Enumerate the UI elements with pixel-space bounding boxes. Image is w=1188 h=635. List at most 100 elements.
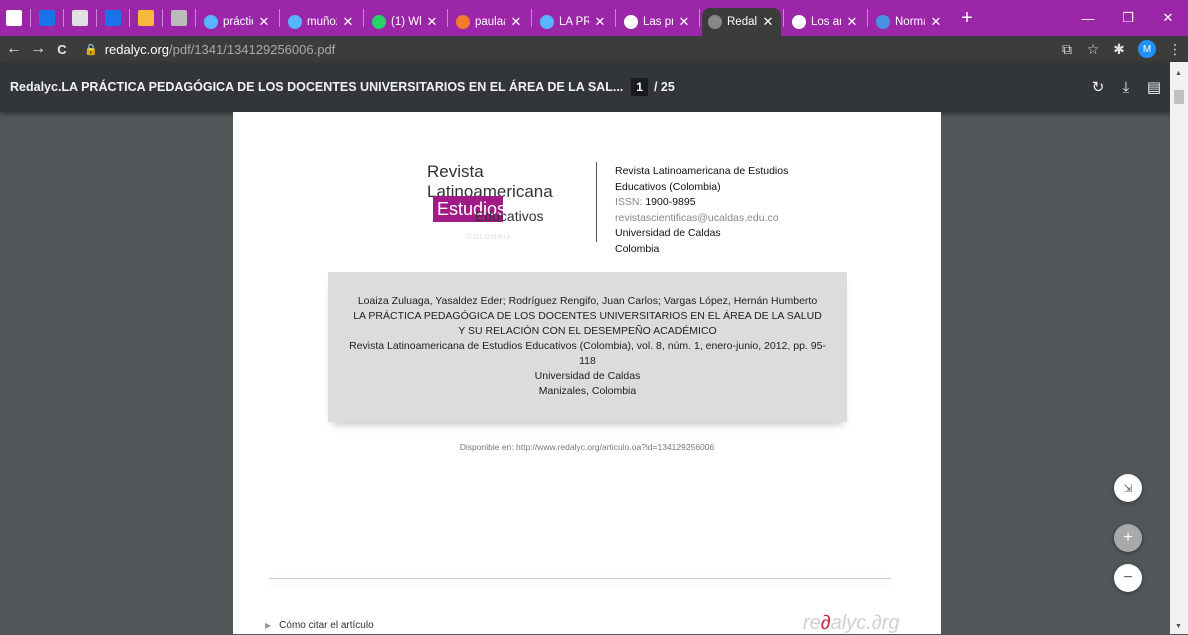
close-tab-icon[interactable]: ✕ [593,14,607,30]
issn-label: ISSN: [615,196,646,208]
vertical-scrollbar[interactable]: ▲ ▼ [1170,62,1188,634]
browser-tab[interactable]: Las pr ✕ [618,8,697,36]
cite-article-link[interactable]: ▶ Cómo citar el artículo [265,620,374,631]
tab-separator [129,9,130,27]
pinned-tab-5[interactable] [132,0,160,36]
tab-separator [96,9,97,27]
doc-icon [876,15,890,29]
pinned-tab-4[interactable] [99,0,127,36]
logo-line-1: Revista [427,162,484,181]
pinned-tab-1-favicon-icon [6,10,22,26]
page-count: / 25 [653,80,675,94]
fit-to-page-button[interactable]: ⇲ [1114,474,1142,502]
tab-separator [63,9,64,27]
download-icon[interactable]: ⤓ [1112,79,1140,96]
pdf-toolbar: Redalyc.LA PRÁCTICA PEDAGÓGICA DE LOS DO… [0,62,1188,112]
browser-tab[interactable]: LA PR/ ✕ [534,8,613,36]
pinned-tab-2-favicon-icon [39,10,55,26]
minimize-button[interactable]: — [1068,0,1108,36]
zoom-out-button[interactable]: − [1114,564,1142,592]
close-tab-icon[interactable]: ✕ [341,14,355,30]
tab-title: Los am [811,16,841,28]
close-tab-icon[interactable]: ✕ [929,14,943,30]
pinned-tab-1[interactable] [0,0,28,36]
print-icon[interactable]: ▤ [1140,78,1168,96]
tab-title: Las pr [643,16,673,28]
pinned-tab-3[interactable] [66,0,94,36]
journal-university: Universidad de Caldas [615,227,721,239]
page-divider [269,578,891,579]
close-tab-icon[interactable]: ✕ [845,14,859,30]
globe-icon [288,15,302,29]
translate-icon[interactable]: ⧉ [1054,41,1080,58]
globe-icon [540,15,554,29]
journal-name-1: Revista Latinoamericana de Estudios [615,165,789,177]
url-host: redalyc.org [104,41,170,57]
citation-journal-1: Revista Latinoamericana de Estudios Educ… [349,340,826,352]
tab-separator [30,9,31,27]
close-tab-icon[interactable]: ✕ [257,14,271,30]
tab-separator [162,9,163,27]
journal-name-2: Educativos (Colombia) [615,180,721,193]
journal-country: Colombia [615,242,660,255]
page-number-input[interactable]: 1 [631,78,648,96]
browser-tab[interactable]: Redaly ✕ [702,8,781,36]
tab-title: Redaly [727,16,757,28]
bookmark-star-icon[interactable]: ☆ [1080,41,1106,58]
journal-issn: ISSN: 1900-9895 [615,195,788,211]
close-tab-icon[interactable]: ✕ [677,14,691,30]
tab-title: muñoz [307,16,337,28]
globe-icon [204,15,218,29]
issn-value: 1900-9895 [645,196,696,208]
extensions-icon[interactable]: ✱ [1106,41,1132,58]
triangle-icon: ▶ [265,621,272,630]
profile-avatar[interactable]: M [1138,40,1156,58]
new-tab-button[interactable]: + [957,7,977,30]
close-tab-icon[interactable]: ✕ [509,14,523,30]
close-tab-icon[interactable]: ✕ [761,14,775,30]
journal-email: revistascientificas@ucaldas.edu.co [615,211,779,224]
journal-info: Revista Latinoamericana de Estudios Educ… [615,164,788,257]
back-button[interactable]: ← [4,38,24,60]
browser-tab[interactable]: paulaa ✕ [450,8,529,36]
globe-icon [708,15,722,29]
redalyc-logo: re∂alyc.∂rg [803,612,899,635]
citation-journal-2: 118 [579,355,596,367]
reload-button[interactable]: C [52,38,72,60]
pdf-page: Revista Latinoamericana Estudios Educati… [233,112,941,634]
browser-tab[interactable]: Norma ✕ [870,8,949,36]
browser-tab[interactable]: Los am ✕ [786,8,865,36]
forward-button[interactable]: → [28,38,48,60]
tab-title: Norma [895,16,925,28]
pinned-tab-3-favicon-icon [72,10,88,26]
close-window-button[interactable]: ✕ [1148,0,1188,36]
tab-separator [867,9,868,27]
citation-place: Manizales, Colombia [538,385,637,397]
browser-tab[interactable]: muñoz ✕ [282,8,361,36]
tab-separator [363,9,364,27]
tab-title: (1) Wh [391,16,421,28]
rotate-icon[interactable]: ↻ [1084,78,1112,96]
scroll-up-icon[interactable]: ▲ [1175,70,1182,77]
tab-strip: práctic✕muñoz✕(1) Wh✕paulaa✕LA PR/✕Las p… [0,0,1188,36]
available-link[interactable]: Disponible en: http://www.redalyc.org/ar… [233,442,941,452]
google-icon [624,15,638,29]
whatsapp-icon [372,15,386,29]
tab-separator [531,9,532,27]
address-bar[interactable]: 🔒 redalyc.org/pdf/1341/134129256006.pdf [84,42,335,57]
tab-title: LA PR/ [559,16,589,28]
browser-tab[interactable]: práctic ✕ [198,8,277,36]
browser-tab[interactable]: (1) Wh ✕ [366,8,445,36]
scroll-down-icon[interactable]: ▼ [1175,623,1182,630]
tab-title: paulaa [475,16,505,28]
lock-icon: 🔒 [84,43,98,56]
pinned-tab-6[interactable] [165,0,193,36]
zoom-in-button[interactable]: + [1114,524,1142,552]
tab-title: práctic [223,16,253,28]
menu-icon[interactable]: ⋮ [1162,41,1188,58]
pinned-tab-2[interactable] [33,0,61,36]
restore-button[interactable]: ❐ [1108,0,1148,36]
close-tab-icon[interactable]: ✕ [425,14,439,30]
scrollbar-thumb[interactable] [1174,90,1184,104]
tab-separator [279,9,280,27]
